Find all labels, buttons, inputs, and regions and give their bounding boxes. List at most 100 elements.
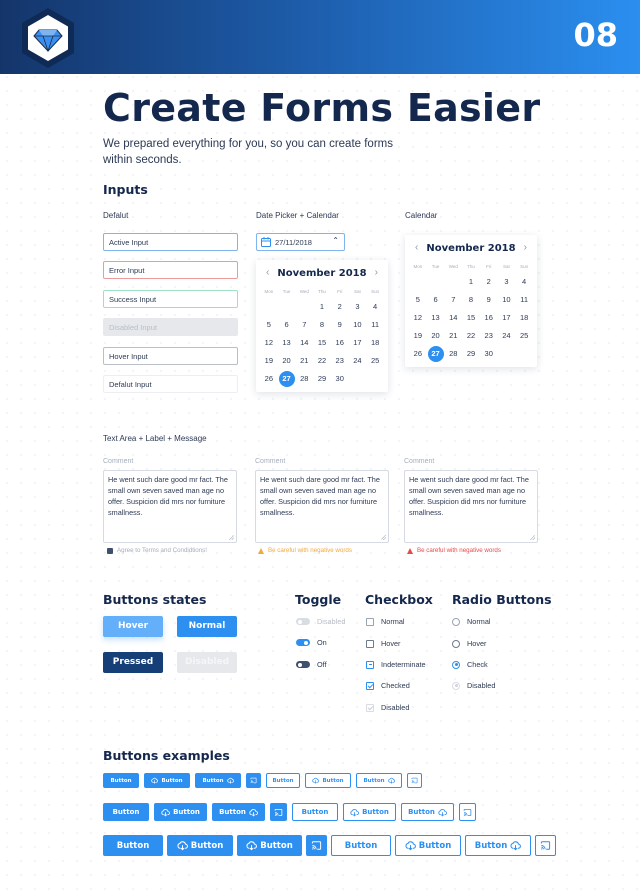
button-solid[interactable]: Button (103, 835, 163, 856)
radio-button[interactable] (452, 660, 460, 669)
hover-button[interactable]: Hover (103, 616, 163, 637)
button-solid-icon-left-alt[interactable]: Button (237, 835, 302, 856)
radio-button[interactable] (452, 639, 460, 648)
error-input[interactable]: Error Input (103, 261, 238, 279)
calendar-day[interactable]: 15 (313, 334, 331, 352)
next-month-button[interactable]: › (524, 242, 527, 253)
calendar-day[interactable]: 20 (278, 352, 296, 370)
cast-button-solid[interactable] (306, 835, 327, 856)
calendar-day[interactable]: 11 (515, 291, 533, 309)
toggle-on[interactable]: On (296, 638, 327, 647)
toggle-off[interactable]: Off (296, 660, 327, 669)
calendar-day[interactable]: 10 (498, 291, 516, 309)
checkbox-indeterminate[interactable]: Indeterminate (366, 660, 426, 669)
cast-button-outline[interactable] (535, 835, 556, 856)
calendar-day[interactable]: 18 (515, 309, 533, 327)
calendar-day[interactable]: 13 (427, 309, 445, 327)
resize-handle[interactable] (229, 535, 234, 540)
button-solid-icon-right[interactable]: Button (212, 803, 265, 821)
calendar-day[interactable]: 8 (462, 291, 480, 309)
checkbox-normal[interactable]: Normal (366, 617, 405, 626)
button-outline-icon-right[interactable]: Button (401, 803, 454, 821)
calendar-day-selected[interactable]: 27 (427, 345, 445, 363)
calendar-day[interactable]: 30 (480, 345, 498, 363)
button-solid-icon-right[interactable]: Button (195, 773, 241, 788)
calendar-day[interactable]: 16 (331, 334, 349, 352)
pressed-button[interactable]: Pressed (103, 652, 163, 673)
checkbox[interactable] (366, 681, 374, 690)
calendar-day[interactable]: 8 (313, 316, 331, 334)
button-outline-icon-right[interactable]: Button (356, 773, 402, 788)
calendar-day-selected[interactable]: 27 (278, 370, 296, 388)
calendar-day[interactable]: 22 (462, 327, 480, 345)
calendar-day[interactable]: 3 (349, 298, 367, 316)
resize-handle[interactable] (530, 535, 535, 540)
calendar-day[interactable]: 30 (331, 370, 349, 388)
calendar-day[interactable]: 12 (409, 309, 427, 327)
calendar-day[interactable]: 1 (313, 298, 331, 316)
calendar-day[interactable]: 26 (409, 345, 427, 363)
radio-checked[interactable]: Check (452, 660, 488, 669)
toggle-switch[interactable] (296, 639, 310, 646)
button-outline-icon-right[interactable]: Button (465, 835, 531, 856)
normal-button[interactable]: Normal (177, 616, 237, 637)
calendar-day[interactable]: 5 (409, 291, 427, 309)
comment-textarea[interactable]: He went such dare good mr fact. The smal… (103, 470, 237, 543)
calendar-day[interactable]: 28 (444, 345, 462, 363)
calendar-day[interactable]: 10 (349, 316, 367, 334)
calendar-day[interactable]: 12 (260, 334, 278, 352)
checkbox-checked-icon[interactable] (107, 547, 113, 554)
button-outline[interactable]: Button (331, 835, 391, 856)
checkbox-hover[interactable]: Hover (366, 639, 400, 648)
calendar-day[interactable]: 21 (295, 352, 313, 370)
button-outline[interactable]: Button (266, 773, 300, 788)
calendar-day[interactable]: 4 (366, 298, 384, 316)
checkbox[interactable] (366, 660, 374, 669)
radio-hover[interactable]: Hover (452, 639, 486, 648)
calendar-day[interactable]: 3 (498, 273, 516, 291)
calendar-day[interactable]: 17 (498, 309, 516, 327)
button-solid[interactable]: Button (103, 773, 139, 788)
calendar-day[interactable]: 4 (515, 273, 533, 291)
date-picker-input[interactable]: 27/11/2018 ⌃ (256, 233, 345, 251)
calendar-day[interactable]: 25 (515, 327, 533, 345)
calendar-day[interactable]: 21 (444, 327, 462, 345)
calendar-day[interactable]: 23 (480, 327, 498, 345)
button-outline-icon-left[interactable]: Button (395, 835, 461, 856)
calendar-day[interactable]: 9 (480, 291, 498, 309)
cast-button-outline[interactable] (407, 773, 422, 788)
calendar-day[interactable]: 24 (349, 352, 367, 370)
default-input[interactable]: Defalut Input (103, 375, 238, 393)
radio-button[interactable] (452, 617, 460, 626)
calendar-day[interactable]: 7 (444, 291, 462, 309)
toggle-switch[interactable] (296, 661, 310, 668)
calendar-day[interactable]: 17 (349, 334, 367, 352)
calendar-day[interactable]: 22 (313, 352, 331, 370)
calendar-day[interactable]: 25 (366, 352, 384, 370)
calendar-day[interactable]: 7 (295, 316, 313, 334)
calendar-day[interactable]: 29 (313, 370, 331, 388)
calendar-day[interactable]: 9 (331, 316, 349, 334)
calendar-day[interactable]: 2 (480, 273, 498, 291)
calendar-day[interactable]: 6 (427, 291, 445, 309)
cast-button-outline[interactable] (459, 803, 476, 821)
chevron-up-icon[interactable]: ⌃ (332, 236, 339, 245)
calendar-day[interactable]: 2 (331, 298, 349, 316)
hover-input[interactable]: Hover Input (103, 347, 238, 365)
calendar-day[interactable]: 24 (498, 327, 516, 345)
resize-handle[interactable] (381, 535, 386, 540)
calendar-day[interactable]: 26 (260, 370, 278, 388)
button-outline-icon-left[interactable]: Button (343, 803, 396, 821)
button-solid[interactable]: Button (103, 803, 149, 821)
button-solid-icon-left[interactable]: Button (154, 803, 207, 821)
cast-button-solid[interactable] (246, 773, 261, 788)
comment-textarea-warning[interactable]: He went such dare good mr fact. The smal… (255, 470, 389, 543)
calendar-day[interactable]: 28 (295, 370, 313, 388)
cast-button-solid[interactable] (270, 803, 287, 821)
calendar-day[interactable]: 14 (295, 334, 313, 352)
comment-textarea-error[interactable]: He went such dare good mr fact. The smal… (404, 470, 538, 543)
calendar-day[interactable]: 20 (427, 327, 445, 345)
calendar-day[interactable]: 15 (462, 309, 480, 327)
button-outline-icon-left[interactable]: Button (305, 773, 351, 788)
button-outline[interactable]: Button (292, 803, 338, 821)
